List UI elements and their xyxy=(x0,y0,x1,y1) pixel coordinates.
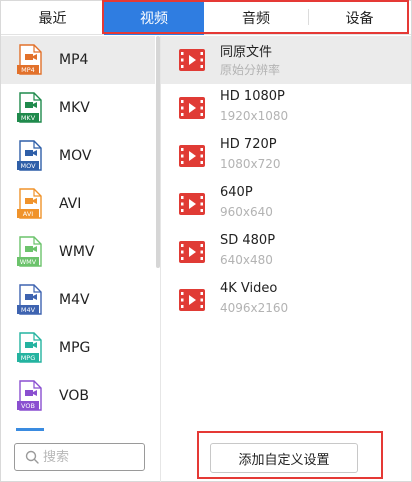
video-preset-icon xyxy=(179,289,205,311)
format-badge: WMV xyxy=(20,258,37,266)
format-badge: MPG xyxy=(21,354,36,362)
preset-resolution: 1080x720 xyxy=(220,157,281,171)
video-preset-icon xyxy=(179,97,205,119)
preset-name: 4K Video xyxy=(220,281,278,296)
video-file-icon: WMV xyxy=(17,236,42,267)
preset-item[interactable]: SD 480P 640x480 xyxy=(161,228,411,276)
video-preset-icon xyxy=(179,193,205,215)
format-badge: MP4 xyxy=(21,66,35,74)
video-file-icon: MKV xyxy=(17,92,42,123)
preset-name: HD 720P xyxy=(220,137,277,152)
format-badge: MKV xyxy=(21,114,36,122)
format-badge: M4V xyxy=(21,306,36,314)
preset-resolution: 原始分辨率 xyxy=(220,63,281,77)
format-item-mov[interactable]: MOV MOV xyxy=(1,132,155,180)
preset-item[interactable]: 4K Video 4096x2160 xyxy=(161,276,411,324)
format-badge: AVI xyxy=(23,210,33,218)
preset-list: 同原文件原始分辨率 HD 1080P 1920x1080 HD 720P 1080x72… xyxy=(161,36,411,426)
format-list: MP4 MP4 MKV MKV MOV MOV AVI AVI WMV WMV M4V M4V MPG M… xyxy=(1,36,155,431)
tab-device[interactable]: 设备 xyxy=(308,1,411,35)
search-input[interactable] xyxy=(43,448,139,466)
format-label: MKV xyxy=(59,100,90,116)
format-item-mpg[interactable]: MPG MPG xyxy=(1,324,155,372)
video-file-icon: MPG xyxy=(17,332,42,363)
video-file-icon: MOV xyxy=(17,140,42,171)
format-label: VOB xyxy=(59,388,89,404)
format-search[interactable] xyxy=(14,443,145,471)
format-label: WMV xyxy=(59,244,95,260)
preset-resolution: 640x480 xyxy=(220,253,273,267)
preset-item[interactable]: HD 1080P 1920x1080 xyxy=(161,84,411,132)
format-item-mp4[interactable]: MP4 MP4 xyxy=(1,36,155,84)
tab-divider xyxy=(308,9,309,25)
add-custom-settings-button[interactable]: 添加自定义设置 xyxy=(210,443,358,473)
format-item-mkv[interactable]: MKV MKV xyxy=(1,84,155,132)
preset-name: HD 1080P xyxy=(220,89,285,104)
preset-item[interactable]: 640P 960x640 xyxy=(161,180,411,228)
category-tabs: 最近 视频 音频 设备 xyxy=(1,1,411,35)
video-preset-icon xyxy=(179,49,205,71)
tab-audio[interactable]: 音频 xyxy=(204,1,308,35)
format-item-partial xyxy=(16,428,44,431)
search-icon xyxy=(25,450,39,464)
video-file-icon: MP4 xyxy=(17,44,42,75)
format-item-avi[interactable]: AVI AVI xyxy=(1,180,155,228)
video-preset-icon xyxy=(179,241,205,263)
format-label: AVI xyxy=(59,196,82,212)
format-label: MPG xyxy=(59,340,91,356)
format-badge: VOB xyxy=(21,402,35,410)
preset-name: 同原文件 xyxy=(220,45,273,60)
preset-name: SD 480P xyxy=(220,233,276,248)
format-label: M4V xyxy=(59,292,90,308)
format-label: MOV xyxy=(59,148,92,164)
format-label: MP4 xyxy=(59,52,89,68)
preset-name: 640P xyxy=(220,185,253,200)
video-file-icon: VOB xyxy=(17,380,42,411)
format-item-wmv[interactable]: WMV WMV xyxy=(1,228,155,276)
preset-resolution: 4096x2160 xyxy=(220,301,289,315)
format-item-vob[interactable]: VOB VOB xyxy=(1,372,155,420)
format-badge: MOV xyxy=(20,162,36,170)
format-item-m4v[interactable]: M4V M4V xyxy=(1,276,155,324)
tab-video[interactable]: 视频 xyxy=(104,1,204,35)
video-file-icon: M4V xyxy=(17,284,42,315)
video-file-icon: AVI xyxy=(17,188,42,219)
tab-recent[interactable]: 最近 xyxy=(1,1,104,35)
preset-item[interactable]: 同原文件 原始分辨率 xyxy=(161,36,411,84)
video-preset-icon xyxy=(179,145,205,167)
preset-resolution: 1920x1080 xyxy=(220,109,289,123)
preset-item[interactable]: HD 720P 1080x720 xyxy=(161,132,411,180)
preset-resolution: 960x640 xyxy=(220,205,273,219)
